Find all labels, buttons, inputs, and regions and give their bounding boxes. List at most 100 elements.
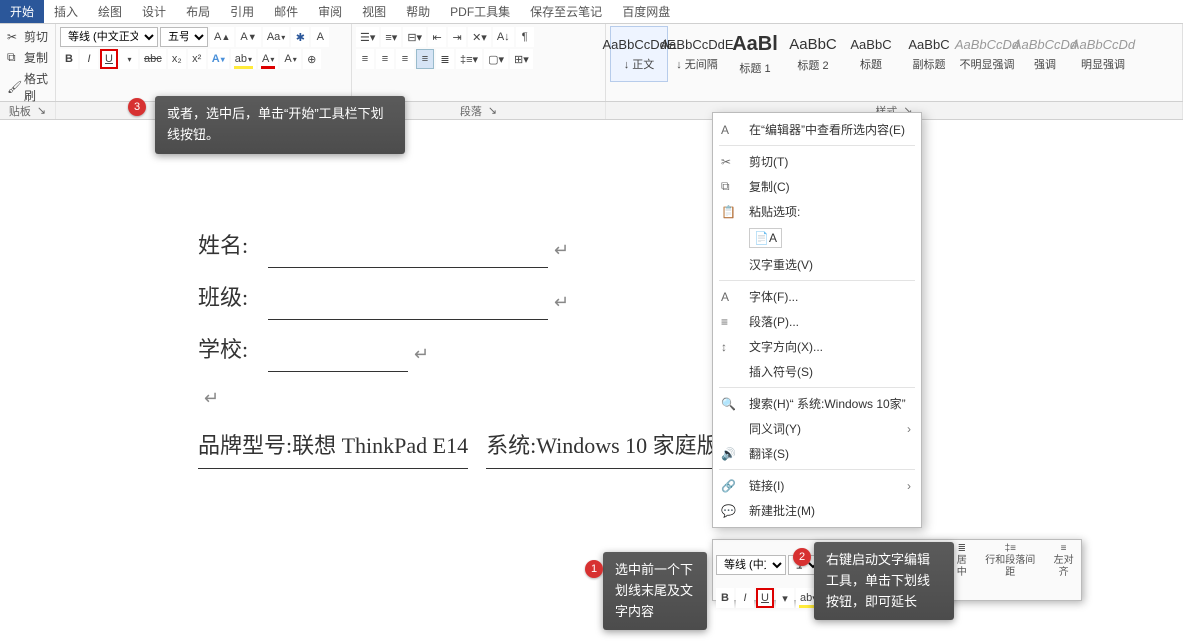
underline-dropdown[interactable]: ▾ — [120, 49, 138, 69]
grow-font-button[interactable]: A▲ — [210, 27, 234, 47]
style-标题 1[interactable]: AaBl标题 1 — [726, 26, 784, 82]
tab-布局[interactable]: 布局 — [176, 0, 220, 23]
ctx-插入符号(S[interactable]: 插入符号(S) — [713, 359, 921, 384]
tab-设计[interactable]: 设计 — [132, 0, 176, 23]
ctx-段落(P).[interactable]: ≡段落(P)... — [713, 309, 921, 334]
superscript-button[interactable]: x² — [188, 49, 206, 69]
font-size-select[interactable]: 五号 — [160, 27, 208, 47]
launcher-icon[interactable]: ↘ — [488, 104, 497, 117]
char-shading-button[interactable]: A — [311, 27, 329, 47]
ctx-剪切(T)[interactable]: ✂剪切(T) — [713, 149, 921, 174]
scissors-icon: ✂ — [7, 30, 21, 44]
mini-italic[interactable]: I — [736, 588, 754, 608]
multilevel-button[interactable]: ⊟▾ — [403, 27, 426, 47]
increase-indent-button[interactable]: ⇥ — [448, 27, 466, 47]
callout-1: 选中前一个下划线末尾及文字内容 — [603, 552, 707, 630]
numbering-button[interactable]: ≡▾ — [381, 27, 401, 47]
return-icon: ↵ — [204, 380, 219, 416]
mini-font-family[interactable]: 等线 (中文 — [716, 555, 786, 575]
callout-2: 右键启动文字编辑工具，单击下划线按钮，即可延长 — [814, 542, 954, 620]
shrink-font-button[interactable]: A▼ — [236, 27, 260, 47]
underline-button[interactable]: U — [100, 49, 118, 69]
style-↓ 正文[interactable]: AaBbCcDdE↓ 正文 — [610, 26, 668, 82]
ctx-翻译(S)[interactable]: 🔊翻译(S) — [713, 441, 921, 466]
mini-center-col[interactable]: ≣居中 — [952, 543, 971, 586]
field-school: 学校: — [198, 328, 268, 372]
mini-align-col[interactable]: ≡左对齐 — [1049, 543, 1078, 586]
paste-option-keep[interactable]: 📄A — [713, 224, 921, 252]
style-副标题[interactable]: AaBbC副标题 — [900, 26, 958, 82]
change-case-button[interactable]: Aa▾ — [263, 27, 289, 47]
return-icon: ↵ — [414, 336, 429, 372]
mini-underline-drop[interactable]: ▾ — [776, 588, 794, 608]
brand-text: 品牌型号:联想 ThinkPad E14 — [198, 424, 468, 469]
char-border-button[interactable]: A▾ — [280, 49, 300, 69]
tab-审阅[interactable]: 审阅 — [308, 0, 352, 23]
style-gallery[interactable]: AaBbCcDdE↓ 正文AaBbCcDdE↓ 无间隔AaBl标题 1AaBbC… — [610, 26, 1178, 82]
distribute-button[interactable]: ≣ — [436, 49, 454, 69]
tab-插入[interactable]: 插入 — [44, 0, 88, 23]
tab-视图[interactable]: 视图 — [352, 0, 396, 23]
ctx-文字方向(X[interactable]: ↕文字方向(X)... — [713, 334, 921, 359]
badge-2: 2 — [793, 548, 811, 566]
tab-保存至云笔记[interactable]: 保存至云笔记 — [520, 0, 612, 23]
style-强调[interactable]: AaBbCcDd强调 — [1016, 26, 1074, 82]
style-不明显强调[interactable]: AaBbCcDd不明显强调 — [958, 26, 1016, 82]
ctx-在“编辑器”[interactable]: A在“编辑器”中查看所选内容(E) — [713, 117, 921, 142]
ctx-链接(I)[interactable]: 🔗链接(I)› — [713, 473, 921, 498]
show-marks-button[interactable]: ¶ — [516, 27, 534, 47]
mini-bold[interactable]: B — [716, 588, 734, 608]
asian-layout-button[interactable]: ✕▾ — [468, 27, 491, 47]
copy-button[interactable]: ⧉复制 — [4, 47, 51, 68]
style-标题 2[interactable]: AaBbC标题 2 — [784, 26, 842, 82]
tab-绘图[interactable]: 绘图 — [88, 0, 132, 23]
decrease-indent-button[interactable]: ⇤ — [428, 27, 446, 47]
bullets-button[interactable]: ☰▾ — [356, 27, 379, 47]
mini-linespacing-col[interactable]: ‡≡行和段落间距 — [981, 543, 1039, 586]
field-class: 班级: — [198, 276, 268, 320]
tab-开始[interactable]: 开始 — [0, 0, 44, 23]
ctx-复制(C)[interactable]: ⧉复制(C) — [713, 174, 921, 199]
font-color-button[interactable]: A▾ — [258, 49, 278, 69]
tab-引用[interactable]: 引用 — [220, 0, 264, 23]
justify-button[interactable]: ≡ — [416, 49, 434, 69]
tab-帮助[interactable]: 帮助 — [396, 0, 440, 23]
ctx-新建批注(M[interactable]: 💬新建批注(M) — [713, 498, 921, 523]
return-icon: ↵ — [554, 284, 569, 320]
align-right-button[interactable]: ≡ — [396, 49, 414, 69]
copy-icon: ⧉ — [7, 50, 21, 65]
ctx-同义词(Y)[interactable]: 同义词(Y)› — [713, 416, 921, 441]
system-text: 系统:Windows 10 家庭版 — [486, 424, 719, 469]
align-center-button[interactable]: ≡ — [376, 49, 394, 69]
field-name: 姓名: — [198, 224, 268, 268]
enclose-char-button[interactable]: ⊕ — [303, 49, 321, 69]
ctx-粘贴选项:[interactable]: 📋粘贴选项: — [713, 199, 921, 224]
ctx-搜索(H)“[interactable]: 🔍搜索(H)“ 系统:Windows 10家” — [713, 391, 921, 416]
text-effect-button[interactable]: A▾ — [208, 49, 229, 69]
tab-百度网盘[interactable]: 百度网盘 — [612, 0, 680, 23]
italic-button[interactable]: I — [80, 49, 98, 69]
tab-strip: 开始插入绘图设计布局引用邮件审阅视图帮助PDF工具集保存至云笔记百度网盘 — [0, 0, 1183, 24]
style-↓ 无间隔[interactable]: AaBbCcDdE↓ 无间隔 — [668, 26, 726, 82]
style-标题[interactable]: AaBbC标题 — [842, 26, 900, 82]
style-明显强调[interactable]: AaBbCcDd明显强调 — [1074, 26, 1132, 82]
tab-邮件[interactable]: 邮件 — [264, 0, 308, 23]
font-family-select[interactable]: 等线 (中文正文 — [60, 27, 158, 47]
phonetic-button[interactable]: ✱ — [291, 27, 309, 47]
subscript-button[interactable]: x₂ — [168, 49, 186, 69]
tab-PDF工具集[interactable]: PDF工具集 — [440, 0, 520, 23]
format-painter-button[interactable]: 🖌格式刷 — [4, 68, 51, 106]
cut-button[interactable]: ✂剪切 — [4, 26, 51, 47]
bold-button[interactable]: B — [60, 49, 78, 69]
align-left-button[interactable]: ≡ — [356, 49, 374, 69]
highlight-button[interactable]: ab▾ — [231, 49, 256, 69]
mini-underline[interactable]: U — [756, 588, 774, 608]
borders-button[interactable]: ⊞▾ — [510, 49, 533, 69]
ctx-字体(F).[interactable]: A字体(F)... — [713, 284, 921, 309]
ctx-汉字重选(V[interactable]: 汉字重选(V) — [713, 252, 921, 277]
strikethrough-button[interactable]: abc — [140, 49, 166, 69]
line-spacing-button[interactable]: ‡≡▾ — [456, 49, 482, 69]
ribbon: ✂剪切 ⧉复制 🖌格式刷 等线 (中文正文 五号 A▲ A▼ Aa▾ ✱ A B… — [0, 24, 1183, 102]
shading-button[interactable]: ▢▾ — [484, 49, 508, 69]
sort-button[interactable]: A↓ — [493, 27, 514, 47]
